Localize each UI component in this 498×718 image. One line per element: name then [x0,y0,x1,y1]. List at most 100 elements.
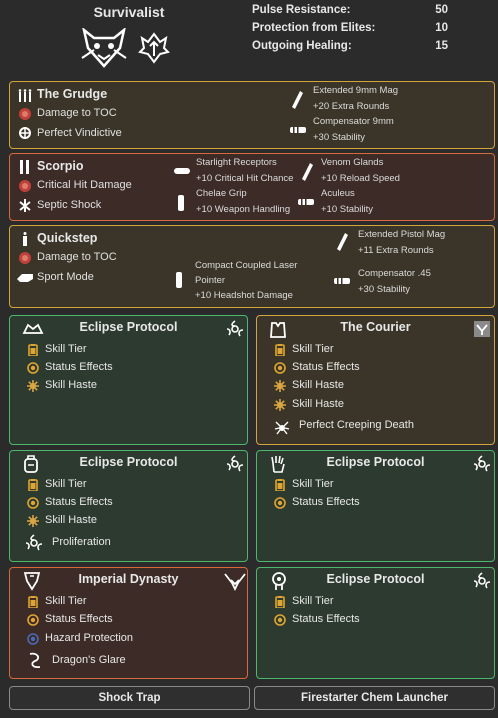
gear-attribute: Skill Tier [45,478,87,490]
gear-attribute: Skill Tier [45,595,87,607]
brand-icon [474,321,490,337]
eclipse-protocol-icon [226,455,244,473]
muzzle-mod-icon [290,127,306,133]
mod-name: Aculeus [321,188,355,199]
mod-bonus: +10 Headshot Damage [195,290,293,301]
dynasty-icon [224,573,246,591]
gear-card-kneepads[interactable]: Eclipse Protocol Skill Tier Status Effec… [256,567,495,679]
critical-hit-damage-icon [19,180,31,192]
skill-button-shock-trap[interactable]: Shock Trap [9,686,250,710]
stat-value: 10 [435,22,448,34]
mod-name: Compact Coupled Laser [195,260,298,271]
mod-name: Extended Pistol Mag [358,229,446,240]
muzzle-mod-icon [334,278,350,284]
weapon-talent: Sport Mode [37,271,94,283]
skill-tier-icon [274,479,286,491]
specialization-icon [81,28,127,68]
magazine-mod-icon [302,163,313,181]
weapon-attribute: Critical Hit Damage [37,179,132,191]
gear-attribute: Status Effects [45,496,113,508]
gear-attribute: Status Effects [292,496,360,508]
skill-button-chem-launcher[interactable]: Firestarter Chem Launcher [254,686,495,710]
build-title: Survivalist [93,4,165,20]
gear-talent: Proliferation [52,536,111,548]
mod-name-continued: Pointer [195,275,226,286]
creeping-death-icon [274,421,290,435]
weapon-name: Scorpio [37,159,84,173]
lmg-icon [18,89,32,102]
talent-icon [19,127,31,139]
skill-haste-icon [274,399,286,411]
skill-haste-icon [27,380,39,392]
gear-attribute: Skill Haste [45,379,97,391]
proliferation-icon [25,534,43,552]
gear-attribute: Hazard Protection [45,632,134,644]
gear-card-backpack[interactable]: Eclipse Protocol Skill Tier Status Effec… [9,450,248,562]
gear-attribute: Skill Haste [45,514,97,526]
weapon-talent: Perfect Vindictive [37,127,122,139]
stat-name: Pulse Resistance: [252,4,351,16]
status-effects-icon [27,362,39,374]
eclipse-protocol-icon [473,455,491,473]
pistol-icon [23,232,27,246]
gear-attribute: Status Effects [292,361,360,373]
status-effects-icon [274,362,286,374]
skill-tier-icon [27,344,39,356]
gear-card-holster[interactable]: Imperial Dynasty Skill Tier Status Effec… [9,567,248,679]
gear-attribute: Skill Tier [292,595,334,607]
mod-name: Extended 9mm Mag [313,85,399,96]
mod-name: Starlight Receptors [196,157,277,168]
skill-tree-icon [138,32,170,64]
gear-card-mask[interactable]: Eclipse Protocol Skill Tier Status Effec… [9,315,248,445]
eclipse-protocol-icon [226,320,244,338]
sport-mode-icon [17,274,33,282]
gear-name: Eclipse Protocol [79,455,178,469]
skill-haste-icon [27,515,39,527]
gear-card-gloves[interactable]: Eclipse Protocol Skill Tier Status Effec… [256,450,495,562]
weapon-panel-scorpio[interactable]: Scorpio Critical Hit Damage Septic Shock… [9,153,495,221]
gear-name: Eclipse Protocol [326,455,425,469]
damage-to-toc-icon [19,252,31,264]
hazard-protection-icon [27,633,39,645]
gear-attribute: Skill Haste [292,398,344,410]
gear-name: Eclipse Protocol [326,572,425,586]
weapon-panel-quickstep[interactable]: Quickstep Damage to TOC Sport Mode Compa… [9,225,495,308]
gear-card-chest[interactable]: The Courier Skill Tier Status Effects Sk… [256,315,495,445]
underbarrel-mod-icon [178,195,184,211]
gear-attribute: Status Effects [45,613,113,625]
underbarrel-mod-icon [176,272,182,288]
weapon-panel-grudge[interactable]: The Grudge Damage to TOC Perfect Vindict… [9,81,495,149]
gear-name: Imperial Dynasty [78,572,179,586]
weapon-attribute: Damage to TOC [37,251,117,263]
weapon-name: The Grudge [37,87,108,101]
mod-name: Venom Glands [321,157,384,168]
stat-value: 50 [435,4,448,16]
mod-bonus: +30 Stability [313,132,366,143]
weapon-attribute: Damage to TOC [37,107,117,119]
gear-attribute: Skill Tier [45,343,87,355]
mod-bonus: +11 Extra Rounds [358,245,434,256]
shotgun-icon [20,160,29,174]
skill-tier-icon [27,479,39,491]
skill-tier-icon [274,596,286,608]
skill-haste-icon [274,380,286,392]
mod-bonus: +10 Reload Speed [321,173,400,184]
status-effects-icon [274,614,286,626]
gear-name: The Courier [340,320,411,334]
gear-attribute: Status Effects [45,361,113,373]
weapon-name: Quickstep [37,231,98,245]
dragons-glare-icon [29,652,41,669]
septic-shock-icon [19,199,31,212]
mod-bonus: +10 Critical Hit Chance [196,173,294,184]
status-effects-icon [27,614,39,626]
eclipse-protocol-icon [473,572,491,590]
mod-name: Compensator .45 [358,268,431,279]
stat-value: 15 [435,40,448,52]
status-effects-icon [27,497,39,509]
mod-name: Compensator 9mm [313,116,394,127]
gear-name: Eclipse Protocol [79,320,178,334]
stat-name: Protection from Elites: [252,22,376,34]
status-effects-icon [274,497,286,509]
gear-talent: Dragon's Glare [52,654,126,666]
mod-bonus: +10 Weapon Handling [196,204,291,215]
